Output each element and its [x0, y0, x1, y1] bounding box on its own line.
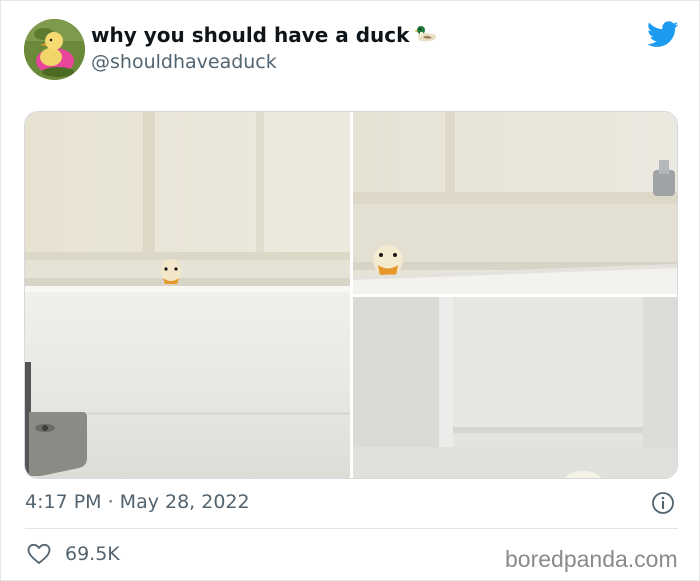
user-handle[interactable]: @shouldhaveaduck	[91, 51, 277, 73]
twitter-bird-icon[interactable]	[647, 21, 679, 49]
display-name-text: why you should have a duck	[91, 23, 410, 47]
duck-emoji-icon	[414, 24, 439, 49]
like-count[interactable]: 69.5K	[65, 543, 120, 565]
avatar-image	[24, 19, 85, 80]
watermark: boredpanda.com	[505, 546, 678, 572]
media-grid[interactable]	[24, 111, 678, 479]
avatar[interactable]	[24, 19, 85, 80]
tweet-timestamp[interactable]: 4:17 PM · May 28, 2022	[25, 491, 250, 513]
photo-duck-behind-tub[interactable]	[25, 112, 350, 478]
heart-icon[interactable]	[27, 543, 51, 565]
info-icon[interactable]	[651, 491, 675, 515]
photo-duck-hiding[interactable]	[353, 297, 677, 478]
display-name[interactable]: why you should have a duck	[91, 23, 439, 49]
divider	[25, 528, 678, 529]
photo-duck-at-tub-edge[interactable]	[353, 112, 677, 294]
tweet-card: why you should have a duck @shouldhavead…	[0, 0, 700, 581]
